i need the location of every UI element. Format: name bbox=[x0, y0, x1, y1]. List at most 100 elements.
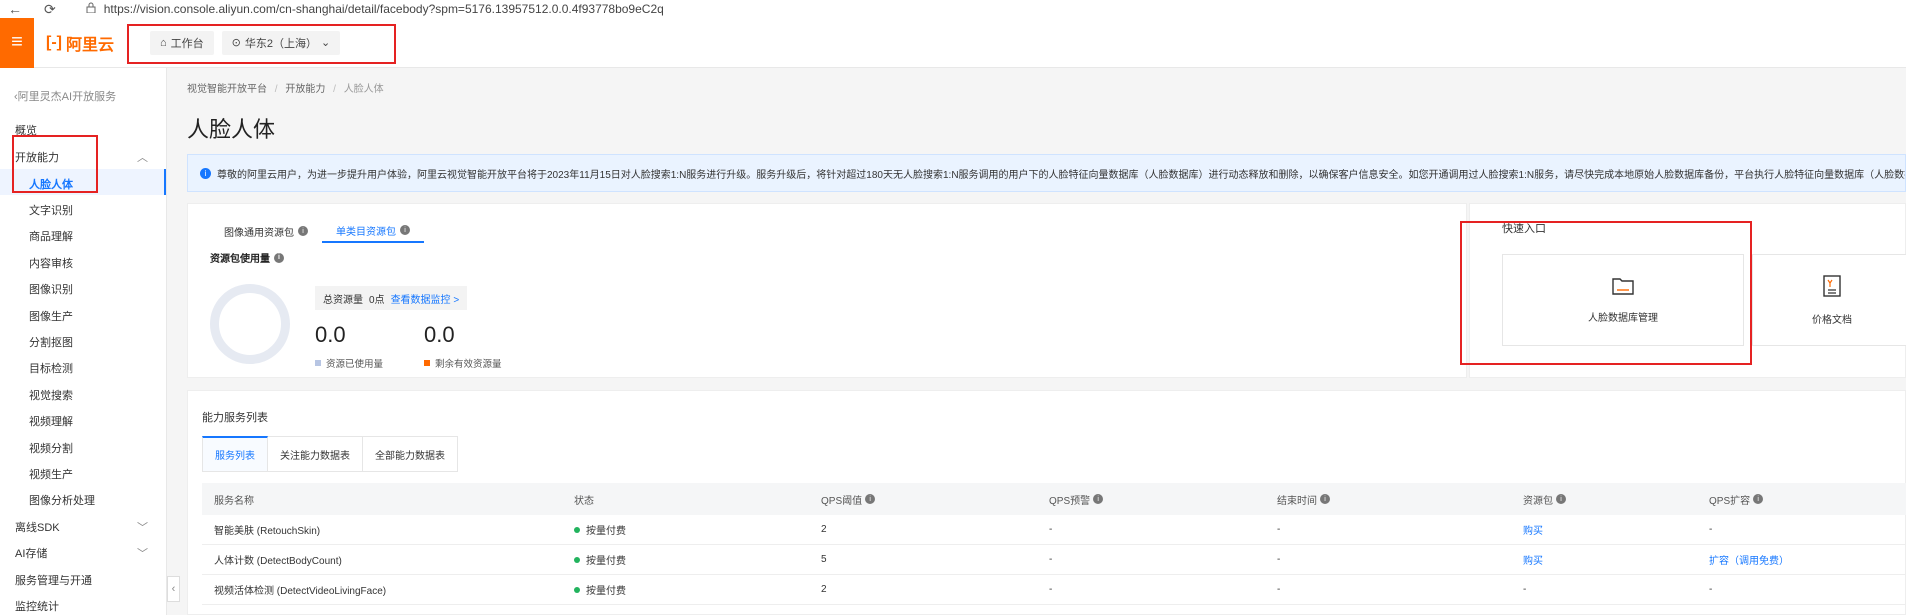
used-legend-label: 资源已使用量 bbox=[326, 359, 384, 370]
tab-service-list[interactable]: 服务列表 bbox=[202, 436, 268, 472]
sidebar-back-link[interactable]: ‹阿里灵杰AI开放服务 bbox=[14, 88, 116, 104]
cell-expand: - bbox=[1709, 584, 1713, 595]
cell-service-name: 人体计数 (DetectBodyCount) bbox=[214, 556, 342, 567]
tab-general-pack[interactable]: 图像通用资源包 i bbox=[210, 219, 322, 243]
cell-end-time: - bbox=[1277, 554, 1281, 565]
col-pack-label: 资源包 bbox=[1523, 495, 1553, 507]
chevron-down-icon[interactable]: ﹀ bbox=[137, 545, 148, 561]
table-row: 智能美肤 (RetouchSkin) 按量付费 2 - - 购买 - bbox=[202, 515, 1906, 545]
sidebar-item-monitor[interactable]: 监控统计 bbox=[15, 598, 59, 614]
sidebar-item-image-recog[interactable]: 图像识别 bbox=[29, 281, 73, 297]
breadcrumb-item: 人脸人体 bbox=[343, 84, 384, 95]
service-list-card: 能力服务列表 服务列表 关注能力数据表 全部能力数据表 服务名称 状态 QPS阈… bbox=[187, 390, 1906, 615]
table-row: 视频活体检测 (DetectVideoLivingFace) 按量付费 2 - … bbox=[202, 575, 1906, 605]
status-label: 按量付费 bbox=[586, 556, 626, 567]
sidebar-item-service-mgmt[interactable]: 服务管理与开通 bbox=[15, 572, 92, 588]
table-header: 服务名称 状态 QPS阈值 i QPS预警 i 结束时间 i 资源包 i QPS扩容 i bbox=[202, 483, 1906, 515]
logo-text: 阿里云 bbox=[65, 36, 114, 54]
sidebar-item-visual-search[interactable]: 视觉搜索 bbox=[29, 387, 73, 403]
cell-status: 按量付费 bbox=[574, 552, 821, 567]
sidebar-item-video-understand[interactable]: 视频理解 bbox=[29, 413, 73, 429]
sidebar-item-ocr[interactable]: 文字识别 bbox=[29, 202, 73, 218]
status-dot-icon bbox=[574, 586, 580, 593]
cell-status: 按量付费 bbox=[574, 522, 821, 537]
status-dot-icon bbox=[574, 556, 580, 563]
info-icon[interactable]: i bbox=[298, 226, 308, 236]
col-qps-warn: QPS预警 i bbox=[1049, 492, 1277, 507]
used-legend: 资源已使用量 bbox=[315, 356, 383, 370]
buy-link[interactable]: 购买 bbox=[1523, 522, 1709, 537]
cell-pack: - bbox=[1523, 584, 1527, 595]
annotation-box-topbar bbox=[127, 24, 396, 64]
notice-text: 尊敬的阿里云用户，为进一步提升用户体验，阿里云视觉智能开放平台将于2023年11… bbox=[217, 169, 1906, 181]
remain-legend-label: 剩余有效资源量 bbox=[435, 359, 502, 370]
chevron-up-icon[interactable]: ︿ bbox=[137, 149, 148, 165]
info-icon[interactable]: i bbox=[1556, 494, 1566, 504]
sidebar-item-offline-sdk[interactable]: 离线SDK bbox=[15, 519, 60, 535]
cell-qps: 2 bbox=[821, 584, 827, 595]
sidebar-item-goods[interactable]: 商品理解 bbox=[29, 228, 73, 244]
breadcrumb-item[interactable]: 开放能力 bbox=[285, 84, 325, 95]
service-list-tabs: 服务列表 关注能力数据表 全部能力数据表 bbox=[202, 436, 458, 472]
col-expand-label: QPS扩容 bbox=[1709, 495, 1751, 507]
sidebar-item-image-analysis[interactable]: 图像分析处理 bbox=[29, 492, 95, 508]
sidebar-item-content-audit[interactable]: 内容审核 bbox=[29, 255, 73, 271]
status-label: 按量付费 bbox=[586, 586, 626, 597]
sidebar-item-detect[interactable]: 目标检测 bbox=[29, 360, 73, 376]
info-icon[interactable]: i bbox=[1093, 494, 1104, 504]
col-qps-label: QPS阈值 bbox=[821, 495, 863, 507]
tab-single-pack[interactable]: 单类目资源包 i bbox=[322, 219, 424, 243]
sidebar-item-image-gen[interactable]: 图像生产 bbox=[29, 308, 73, 324]
col-end-time: 结束时间 i bbox=[1277, 492, 1523, 507]
cell-qps: 2 bbox=[821, 524, 827, 535]
total-label: 总资源量 bbox=[323, 294, 363, 306]
page-title: 人脸人体 bbox=[187, 117, 276, 142]
back-icon[interactable]: ← bbox=[8, 1, 22, 17]
cell-end-time: - bbox=[1277, 584, 1281, 595]
tab-followed-data[interactable]: 关注能力数据表 bbox=[268, 436, 363, 472]
info-icon[interactable]: i bbox=[1753, 494, 1764, 504]
col-expand: QPS扩容 i bbox=[1709, 492, 1906, 507]
price-doc-button[interactable]: 价格文档 bbox=[1752, 254, 1906, 346]
buy-link[interactable]: 购买 bbox=[1523, 552, 1709, 567]
sidebar-collapse-button[interactable]: ‹ bbox=[167, 576, 180, 602]
cell-service-name: 视频活体检测 (DetectVideoLivingFace) bbox=[214, 586, 387, 597]
chevron-down-icon[interactable]: ﹀ bbox=[137, 519, 148, 535]
sidebar-item-video-segment[interactable]: 视频分割 bbox=[29, 440, 73, 456]
breadcrumb-separator: / bbox=[274, 84, 278, 95]
info-icon[interactable]: i bbox=[274, 252, 284, 263]
col-qps: QPS阈值 i bbox=[821, 492, 1049, 507]
sidebar-item-ai-storage[interactable]: AI存储 bbox=[15, 545, 47, 561]
used-legend-swatch bbox=[315, 360, 321, 366]
logo-bracket-icon: [-] bbox=[46, 33, 62, 51]
used-value: 0.0 bbox=[315, 322, 346, 347]
url-text[interactable]: https://vision.console.aliyun.com/cn-sha… bbox=[104, 2, 664, 16]
cell-end-time: - bbox=[1277, 524, 1281, 535]
breadcrumb-item[interactable]: 视觉智能开放平台 bbox=[187, 84, 267, 95]
expand-link[interactable]: 扩容（调用免费） bbox=[1709, 552, 1906, 567]
sidebar-item-segment[interactable]: 分割抠图 bbox=[29, 334, 73, 350]
info-icon: i bbox=[200, 167, 211, 179]
aliyun-logo[interactable]: [-] 阿里云 bbox=[46, 31, 126, 55]
view-monitor-link[interactable]: 查看数据监控 > bbox=[391, 291, 460, 306]
usage-label: 资源包使用量 i bbox=[210, 250, 284, 265]
info-icon[interactable]: i bbox=[865, 494, 876, 504]
info-icon[interactable]: i bbox=[400, 225, 410, 235]
cell-qps-warn: - bbox=[1049, 554, 1053, 565]
table-row: 人体计数 (DetectBodyCount) 按量付费 5 - - 购买 扩容（… bbox=[202, 545, 1906, 575]
price-doc-label: 价格文档 bbox=[1812, 314, 1852, 326]
tab-label: 单类目资源包 bbox=[336, 226, 396, 238]
sidebar-item-video-gen[interactable]: 视频生产 bbox=[29, 466, 73, 482]
cell-qps-warn: - bbox=[1049, 584, 1053, 595]
usage-label-text: 资源包使用量 bbox=[210, 254, 270, 265]
reload-icon[interactable]: ⟳ bbox=[44, 1, 56, 18]
col-end-time-label: 结束时间 bbox=[1277, 495, 1317, 507]
tab-all-data[interactable]: 全部能力数据表 bbox=[363, 436, 458, 472]
col-pack: 资源包 i bbox=[1523, 492, 1709, 507]
cell-service-name: 智能美肤 (RetouchSkin) bbox=[214, 526, 321, 537]
breadcrumb-separator: / bbox=[333, 84, 336, 95]
menu-icon[interactable]: ≡ bbox=[0, 17, 34, 68]
info-icon[interactable]: i bbox=[1320, 494, 1330, 504]
resource-tabs: 图像通用资源包 i 单类目资源包 i bbox=[210, 219, 424, 243]
total-value: 0点 bbox=[369, 294, 385, 306]
